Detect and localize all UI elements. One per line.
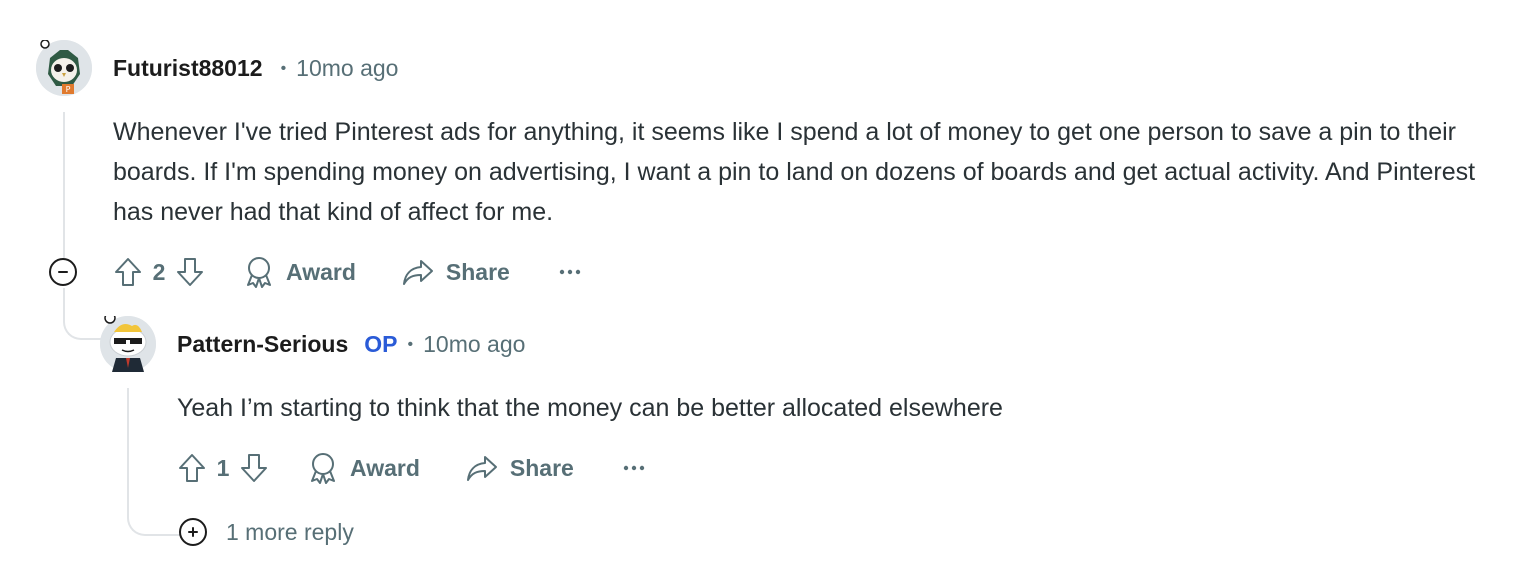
award-button[interactable]: Award <box>296 446 432 490</box>
upvote-arrow-icon <box>115 258 141 286</box>
expand-replies-button[interactable] <box>179 518 207 546</box>
username[interactable]: Futurist88012 <box>113 55 263 82</box>
avatar[interactable] <box>100 316 156 372</box>
comment-body: Whenever I've tried Pinterest ads for an… <box>113 112 1483 232</box>
share-button[interactable]: Share <box>390 250 522 294</box>
thread-connector-more-replies <box>127 498 181 536</box>
ellipsis-icon <box>559 269 581 275</box>
collapse-thread-button[interactable] <box>49 258 77 286</box>
op-badge: OP <box>364 331 398 357</box>
username[interactable]: Pattern-Serious <box>177 331 348 358</box>
ellipsis-icon <box>623 465 645 471</box>
more-options-button[interactable] <box>548 250 592 294</box>
share-label: Share <box>445 258 510 285</box>
svg-text:P: P <box>66 85 71 94</box>
comment-text: Whenever I've tried Pinterest ads for an… <box>113 118 1476 226</box>
share-arrow-icon <box>466 456 497 481</box>
vote-score: 2 <box>152 258 166 285</box>
timestamp[interactable]: 10mo ago <box>296 55 398 82</box>
award-ribbon-icon <box>247 257 271 288</box>
thread-line-comment-1 <box>63 112 65 258</box>
timestamp[interactable]: 10mo ago <box>423 331 525 358</box>
comment-actions: 1 Award Share <box>172 446 656 490</box>
thread-line-reply <box>127 388 129 498</box>
downvote-arrow-icon <box>177 258 203 286</box>
comment-body: Yeah I’m starting to think that the mone… <box>177 388 1477 428</box>
downvote-button[interactable] <box>170 252 210 292</box>
separator-dot: • <box>407 335 414 353</box>
comment-header: Pattern-Serious OP • 10mo ago <box>177 331 525 358</box>
comment-text: Yeah I’m starting to think that the mone… <box>177 394 1003 422</box>
downvote-arrow-icon <box>241 454 267 482</box>
vote-score: 1 <box>216 454 230 481</box>
minus-icon <box>58 271 68 273</box>
downvote-button[interactable] <box>234 448 274 488</box>
award-label: Award <box>286 258 356 285</box>
award-ribbon-icon <box>311 453 335 484</box>
thread-connector-reply <box>63 288 103 340</box>
upvote-button[interactable] <box>108 252 148 292</box>
snoo-owl-avatar-icon: P <box>36 40 92 96</box>
separator-dot: • <box>280 59 287 77</box>
award-label: Award <box>350 454 420 481</box>
more-options-button[interactable] <box>612 446 656 490</box>
share-arrow-icon <box>402 260 433 285</box>
snoo-sunglasses-avatar-icon <box>100 316 156 372</box>
share-label: Share <box>509 454 574 481</box>
upvote-arrow-icon <box>179 454 205 482</box>
avatar[interactable]: P <box>36 40 92 96</box>
share-button[interactable]: Share <box>454 446 586 490</box>
comment-header: Futurist88012 • 10mo ago <box>113 55 398 82</box>
plus-icon <box>188 527 198 537</box>
award-button[interactable]: Award <box>232 250 368 294</box>
comment-actions: 2 Award Share <box>108 250 592 294</box>
more-replies-link[interactable]: 1 more reply <box>226 519 354 546</box>
upvote-button[interactable] <box>172 448 212 488</box>
